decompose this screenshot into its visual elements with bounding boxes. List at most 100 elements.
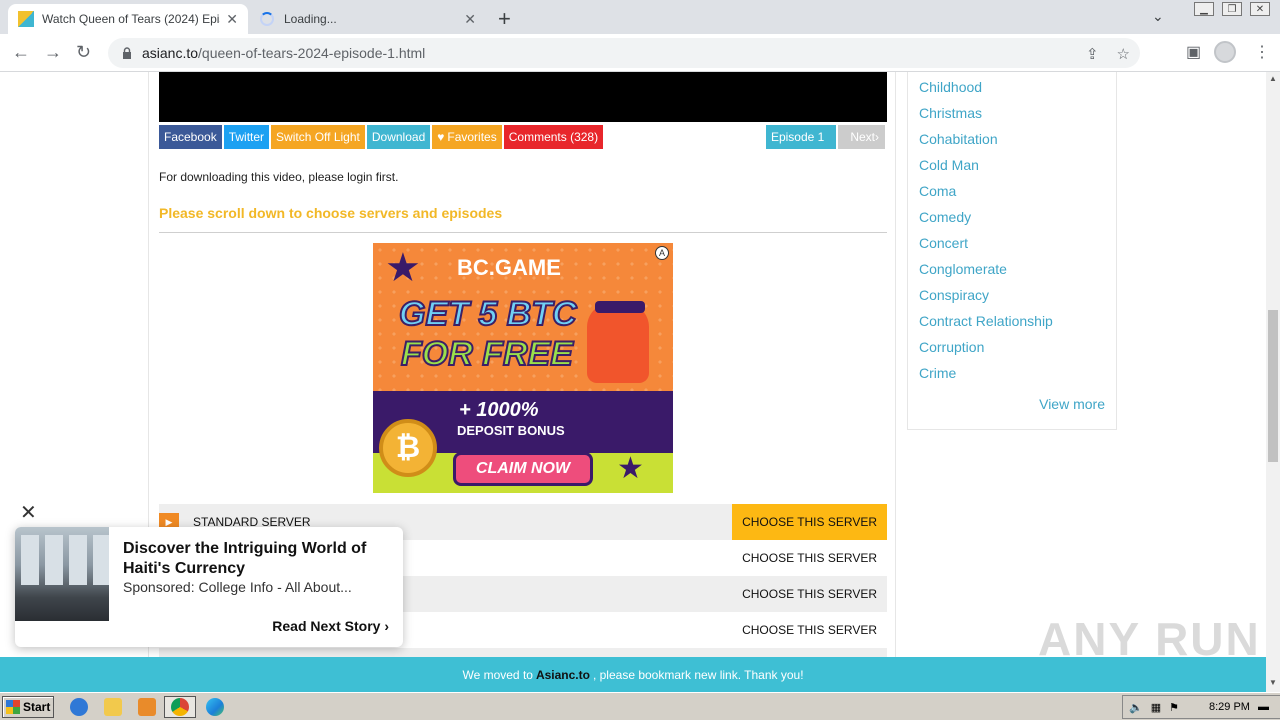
forward-icon[interactable]: → bbox=[44, 42, 62, 63]
favorites-button[interactable]: ♥ Favorites bbox=[432, 125, 502, 149]
genre-link[interactable]: Contract Relationship bbox=[919, 313, 1053, 329]
choose-server-button[interactable]: CHOOSE THIS SERVER bbox=[732, 540, 887, 576]
genre-link[interactable]: Conglomerate bbox=[919, 261, 1007, 277]
genre-link[interactable]: Christmas bbox=[919, 105, 982, 121]
minimize-icon[interactable]: ▁ bbox=[1194, 2, 1214, 16]
view-more-link[interactable]: View more bbox=[1039, 396, 1105, 412]
back-icon[interactable]: ← bbox=[12, 42, 30, 63]
popup-thumbnail bbox=[15, 527, 109, 621]
genre-link[interactable]: Coma bbox=[919, 183, 956, 199]
favorites-label: Favorites bbox=[447, 130, 497, 144]
scroll-down-arrow-icon[interactable]: ▼ bbox=[1269, 678, 1277, 687]
ad-brand: BC.GAME bbox=[457, 255, 561, 280]
volume-icon[interactable]: 🔈 bbox=[1129, 701, 1143, 714]
tab-active[interactable]: Watch Queen of Tears (2024) Episode 1 ✕ bbox=[8, 4, 248, 34]
chevron-right-icon: › bbox=[384, 618, 389, 634]
network-icon[interactable]: ▦ bbox=[1151, 701, 1161, 714]
tab-title: Watch Queen of Tears (2024) Episode 1 bbox=[42, 12, 220, 26]
genre-link[interactable]: Concert bbox=[919, 235, 968, 251]
divider bbox=[159, 232, 887, 233]
ad-headline-1: GET 5 BTC bbox=[398, 294, 578, 334]
side-panel-icon[interactable]: ▣ bbox=[1186, 42, 1201, 62]
share-icon[interactable]: ⇪ bbox=[1086, 45, 1099, 63]
star-icon: ★ bbox=[385, 246, 421, 290]
genre-link[interactable]: Crime bbox=[919, 365, 956, 381]
anyrun-watermark: ANY RUN bbox=[1038, 613, 1261, 665]
switch-off-light-button[interactable]: Switch Off Light bbox=[271, 125, 365, 149]
genre-sidebar: Childhood Christmas Cohabitation Cold Ma… bbox=[907, 72, 1117, 430]
start-button[interactable]: Start bbox=[2, 696, 54, 718]
profile-avatar[interactable] bbox=[1214, 41, 1236, 63]
star-icon: ★ bbox=[617, 452, 644, 485]
browser-toolbar: ← → ↻ asianc.to /queen-of-tears-2024-epi… bbox=[0, 34, 1280, 72]
ad-mascot bbox=[587, 303, 649, 383]
comments-button[interactable]: Comments (328) bbox=[503, 125, 604, 149]
chrome-icon bbox=[171, 698, 189, 716]
banner-prefix: We moved to bbox=[462, 667, 533, 682]
start-label: Start bbox=[23, 700, 51, 714]
genre-link[interactable]: Corruption bbox=[919, 339, 984, 355]
genre-link[interactable]: Conspiracy bbox=[919, 287, 989, 303]
popup-close-icon[interactable]: ✕ bbox=[20, 500, 37, 525]
facebook-share-button[interactable]: Facebook bbox=[159, 125, 222, 149]
close-window-icon[interactable]: ✕ bbox=[1250, 2, 1270, 16]
page-scrollbar[interactable]: ▲ ▼ bbox=[1266, 72, 1280, 692]
action-bar: Facebook Twitter Switch Off Light Downlo… bbox=[159, 125, 604, 149]
popup-sponsor: Sponsored: College Info - All About... bbox=[123, 579, 352, 595]
edge-icon[interactable] bbox=[206, 698, 224, 716]
tab-loading[interactable]: Loading... ✕ bbox=[250, 4, 486, 34]
tab-title: Loading... bbox=[284, 12, 337, 26]
restore-icon[interactable]: ❐ bbox=[1222, 2, 1242, 16]
flag-icon[interactable]: ⚑ bbox=[1169, 701, 1179, 714]
bcgame-ad-banner[interactable]: ★ BC.GAME A GET 5 BTC FOR FREE ₿ + 1000%… bbox=[373, 243, 673, 493]
heart-icon: ♥ bbox=[437, 130, 445, 144]
reload-icon[interactable]: ↻ bbox=[76, 42, 91, 63]
choose-server-button[interactable]: CHOOSE THIS SERVER bbox=[732, 504, 887, 540]
genre-link[interactable]: Childhood bbox=[919, 79, 982, 95]
chrome-taskbar-button[interactable] bbox=[164, 696, 196, 718]
scroll-up-arrow-icon[interactable]: ▲ bbox=[1269, 74, 1277, 83]
new-tab-button[interactable]: + bbox=[498, 6, 511, 32]
media-player-icon[interactable] bbox=[138, 698, 156, 716]
url-host: asianc.to bbox=[142, 45, 199, 61]
site-favicon-icon bbox=[18, 11, 34, 27]
ad-mascot-glasses bbox=[595, 301, 645, 313]
bookmark-star-icon[interactable]: ☆ bbox=[1117, 45, 1130, 63]
scrollbar-thumb[interactable] bbox=[1268, 310, 1278, 462]
genre-link[interactable]: Cohabitation bbox=[919, 131, 998, 147]
address-bar[interactable]: asianc.to /queen-of-tears-2024-episode-1… bbox=[108, 38, 1140, 68]
url-path: /queen-of-tears-2024-episode-1.html bbox=[198, 45, 426, 61]
popup-title[interactable]: Discover the Intriguing World of Haiti's… bbox=[123, 539, 383, 579]
ad-bonus: + 1000% bbox=[459, 399, 539, 421]
desktop-icon[interactable]: ▬ bbox=[1258, 701, 1269, 713]
genre-link[interactable]: Comedy bbox=[919, 209, 971, 225]
download-button[interactable]: Download bbox=[366, 125, 431, 149]
menu-kebab-icon[interactable]: ⋮ bbox=[1254, 42, 1270, 62]
tab-close-icon[interactable]: ✕ bbox=[226, 11, 238, 28]
internet-explorer-icon[interactable] bbox=[70, 698, 88, 716]
next-episode-button[interactable]: Next › bbox=[838, 125, 885, 149]
clock[interactable]: 8:29 PM bbox=[1209, 701, 1250, 713]
browser-tab-bar: Watch Queen of Tears (2024) Episode 1 ✕ … bbox=[0, 0, 1280, 34]
tab-search-chevron-icon[interactable]: ⌄ bbox=[1152, 8, 1164, 25]
windows-taskbar: Start 🔈 ▦ ⚑ 8:29 PM ▬ bbox=[0, 692, 1280, 720]
scroll-hint-heading: Please scroll down to choose servers and… bbox=[159, 205, 503, 221]
file-explorer-icon[interactable] bbox=[104, 698, 122, 716]
choose-server-button[interactable]: CHOOSE THIS SERVER bbox=[732, 612, 887, 648]
video-player[interactable] bbox=[159, 72, 887, 122]
sponsored-popup[interactable]: Discover the Intriguing World of Haiti's… bbox=[15, 527, 403, 647]
twitter-share-button[interactable]: Twitter bbox=[223, 125, 270, 149]
lock-icon bbox=[123, 47, 131, 59]
genre-link[interactable]: Cold Man bbox=[919, 157, 979, 173]
banner-suffix: , please bookmark new link. Thank you! bbox=[592, 667, 804, 682]
ad-claim-button[interactable]: CLAIM NOW bbox=[453, 452, 593, 486]
choose-server-button[interactable]: CHOOSE THIS SERVER bbox=[732, 576, 887, 612]
read-next-story-link[interactable]: Read Next Story › bbox=[272, 618, 389, 634]
chevron-right-icon: › bbox=[875, 130, 879, 144]
ad-choices-icon[interactable]: A bbox=[655, 246, 669, 260]
episode-nav: Episode 1 Next › bbox=[765, 125, 885, 149]
banner-site-link[interactable]: Asianc.to bbox=[536, 668, 590, 682]
episode-button[interactable]: Episode 1 bbox=[765, 125, 837, 149]
loading-spinner-icon bbox=[260, 12, 274, 26]
tab-close-icon[interactable]: ✕ bbox=[464, 11, 476, 28]
